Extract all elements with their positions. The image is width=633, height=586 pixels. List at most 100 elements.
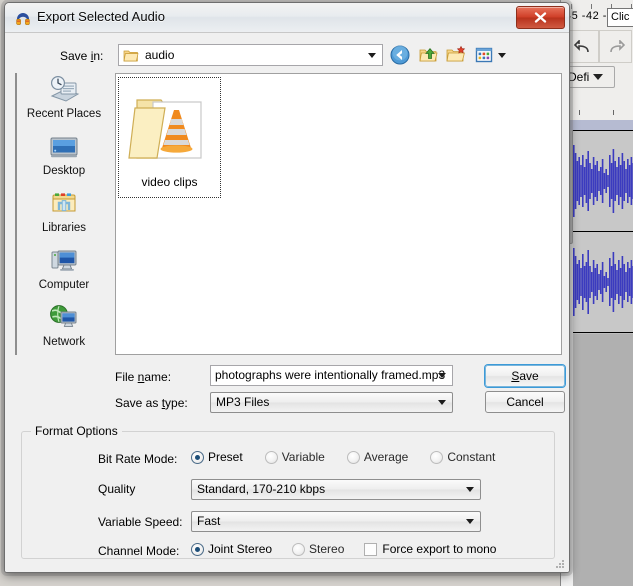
sidebar-item-network[interactable]: Network bbox=[17, 301, 111, 357]
recent-places-icon bbox=[48, 73, 80, 107]
radio-label: Stereo bbox=[309, 542, 345, 556]
bit-rate-mode-label: Bit Rate Mode: bbox=[98, 452, 178, 466]
radio-stereo[interactable]: Stereo bbox=[292, 542, 344, 556]
variable-speed-value: Fast bbox=[197, 514, 221, 528]
save-button[interactable]: Save bbox=[485, 365, 565, 387]
format-options-title: Format Options bbox=[31, 424, 122, 438]
close-button[interactable] bbox=[516, 6, 565, 29]
waveform-channel-right[interactable] bbox=[573, 231, 633, 332]
variable-speed-combo[interactable]: Fast bbox=[191, 511, 481, 532]
sidebar-item-desktop[interactable]: Desktop bbox=[17, 130, 111, 186]
undo-button[interactable] bbox=[566, 30, 599, 63]
back-button[interactable] bbox=[388, 43, 412, 67]
sidebar-item-label: Desktop bbox=[42, 165, 86, 177]
save-as-type-combo[interactable]: MP3 Files bbox=[210, 392, 453, 413]
navigation-toolbar bbox=[388, 43, 506, 67]
undo-icon bbox=[573, 39, 589, 52]
export-selected-audio-dialog: Export Selected Audio Save in: audio Rec… bbox=[4, 2, 570, 573]
checkbox-label: Force export to mono bbox=[382, 542, 497, 556]
chevron-down-icon[interactable] bbox=[498, 52, 506, 58]
waveform-left-icon bbox=[573, 145, 633, 217]
up-one-level-button[interactable] bbox=[416, 43, 440, 67]
channel-mode-label: Channel Mode: bbox=[98, 544, 180, 558]
sidebar-item-label: Libraries bbox=[41, 222, 87, 234]
folder-vlc-icon bbox=[127, 84, 213, 173]
folder-icon bbox=[123, 50, 139, 62]
channel-mode-radio-group: Joint Stereo Stereo Force export to mono bbox=[191, 542, 496, 556]
close-icon bbox=[534, 12, 547, 23]
file-name-dropdown-button[interactable] bbox=[433, 367, 451, 384]
radio-constant[interactable]: Constant bbox=[430, 450, 495, 464]
radio-label: Preset bbox=[208, 450, 243, 464]
file-name-label: File name: bbox=[115, 370, 172, 384]
save-as-type-value: MP3 Files bbox=[216, 395, 270, 409]
file-name-input[interactable]: photographs were intentionally framed.mp… bbox=[210, 365, 453, 386]
redo-icon bbox=[609, 39, 625, 52]
sidebar-item-label: Network bbox=[42, 336, 86, 348]
file-name-value: photographs were intentionally framed.mp… bbox=[215, 368, 446, 382]
save-in-value: audio bbox=[145, 48, 175, 62]
places-bar: Recent Places Desktop Libraries Computer… bbox=[15, 73, 111, 355]
quality-value: Standard, 170-210 kbps bbox=[197, 482, 326, 496]
variable-speed-label: Variable Speed: bbox=[98, 515, 183, 529]
chevron-down-icon bbox=[466, 487, 474, 492]
audacity-headphones-icon bbox=[16, 13, 30, 25]
new-folder-icon bbox=[446, 45, 466, 62]
cancel-button[interactable]: Cancel bbox=[485, 391, 565, 413]
effect-select-combo[interactable]: Defi bbox=[563, 66, 615, 88]
radio-average[interactable]: Average bbox=[346, 450, 409, 464]
sidebar-item-label: Computer bbox=[38, 279, 90, 291]
redo-button[interactable] bbox=[599, 30, 632, 63]
sidebar-item-computer[interactable]: Computer bbox=[17, 244, 111, 300]
radio-variable[interactable]: Variable bbox=[264, 450, 325, 464]
save-as-type-dropdown-button[interactable] bbox=[433, 394, 451, 411]
libraries-icon bbox=[48, 187, 80, 221]
empty-track-area bbox=[573, 334, 633, 586]
quality-combo[interactable]: Standard, 170-210 kbps bbox=[191, 479, 481, 500]
new-folder-button[interactable] bbox=[444, 43, 468, 67]
computer-icon bbox=[48, 244, 80, 278]
up-one-level-folder-icon bbox=[419, 47, 438, 62]
force-export-to-mono-checkbox[interactable]: Force export to mono bbox=[364, 542, 496, 556]
quality-label: Quality bbox=[98, 482, 136, 496]
radio-label: Average bbox=[363, 450, 409, 464]
chevron-down-icon bbox=[368, 52, 376, 58]
radio-label: Joint Stereo bbox=[208, 542, 273, 556]
radio-joint-stereo[interactable]: Joint Stereo bbox=[191, 542, 272, 556]
radio-dot-icon bbox=[191, 542, 204, 556]
save-in-dropdown-button[interactable] bbox=[363, 46, 381, 64]
bit-rate-mode-radio-group: Preset Variable Average Constant bbox=[191, 450, 495, 464]
save-in-label: Save in: bbox=[60, 49, 104, 63]
quality-dropdown-button[interactable] bbox=[461, 481, 479, 498]
chevron-down-icon bbox=[593, 74, 604, 80]
file-list[interactable]: video clips bbox=[115, 73, 562, 355]
list-item-label: video clips bbox=[141, 175, 198, 189]
save-as-type-label: Save as type: bbox=[115, 396, 188, 410]
radio-preset[interactable]: Preset bbox=[191, 450, 243, 464]
chevron-down-icon bbox=[438, 373, 446, 378]
waveform-right-icon bbox=[573, 248, 633, 316]
undo-redo-toolbar bbox=[566, 30, 633, 63]
radio-dot-icon bbox=[292, 542, 306, 556]
list-item[interactable]: video clips bbox=[118, 77, 221, 198]
sidebar-item-recent-places[interactable]: Recent Places bbox=[17, 73, 111, 129]
radio-label: Constant bbox=[447, 450, 496, 464]
resize-grip-icon[interactable] bbox=[554, 558, 566, 570]
effect-select-value: Defi bbox=[568, 70, 590, 84]
track-panel-area bbox=[560, 92, 633, 586]
radio-dot-icon bbox=[346, 450, 360, 464]
radio-dot-icon bbox=[264, 450, 278, 464]
chevron-down-icon bbox=[438, 400, 446, 405]
sidebar-item-label: Recent Places bbox=[26, 108, 102, 120]
sidebar-item-libraries[interactable]: Libraries bbox=[17, 187, 111, 243]
selection-band bbox=[561, 120, 633, 130]
radio-dot-icon bbox=[191, 450, 204, 464]
waveform-channel-left[interactable] bbox=[573, 130, 633, 231]
save-in-combo[interactable]: audio bbox=[118, 44, 383, 66]
variable-speed-dropdown-button[interactable] bbox=[461, 513, 479, 530]
dialog-titlebar[interactable]: Export Selected Audio bbox=[5, 3, 569, 33]
views-button[interactable] bbox=[472, 43, 496, 67]
radio-dot-icon bbox=[430, 450, 444, 464]
timeline-ruler bbox=[561, 92, 633, 121]
dialog-title: Export Selected Audio bbox=[37, 9, 165, 24]
